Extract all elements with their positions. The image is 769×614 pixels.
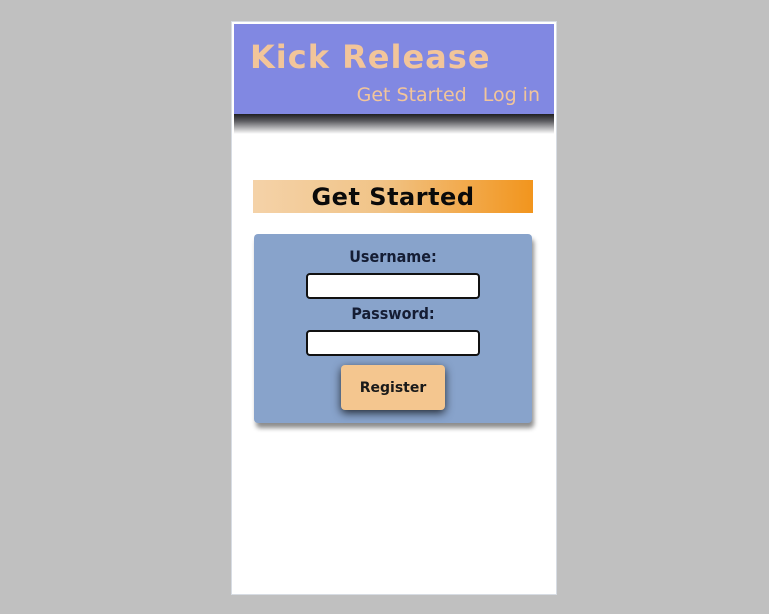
site-title: Kick Release (250, 38, 491, 76)
app-frame: Kick Release Get Started Log in Get Star… (231, 21, 557, 595)
register-form: Username: Password: Register (254, 234, 532, 423)
username-label: Username: (349, 247, 437, 266)
register-button[interactable]: Register (341, 365, 445, 410)
nav-link-get-started[interactable]: Get Started (357, 84, 467, 106)
page-title: Get Started (311, 182, 475, 211)
page-heading-banner: Get Started (253, 180, 533, 213)
password-label: Password: (351, 304, 435, 323)
password-input[interactable] (306, 330, 480, 356)
username-input[interactable] (306, 273, 480, 299)
header-nav: Get Started Log in (357, 84, 540, 106)
site-header: Kick Release Get Started Log in (234, 24, 554, 134)
nav-link-log-in[interactable]: Log in (483, 84, 540, 106)
